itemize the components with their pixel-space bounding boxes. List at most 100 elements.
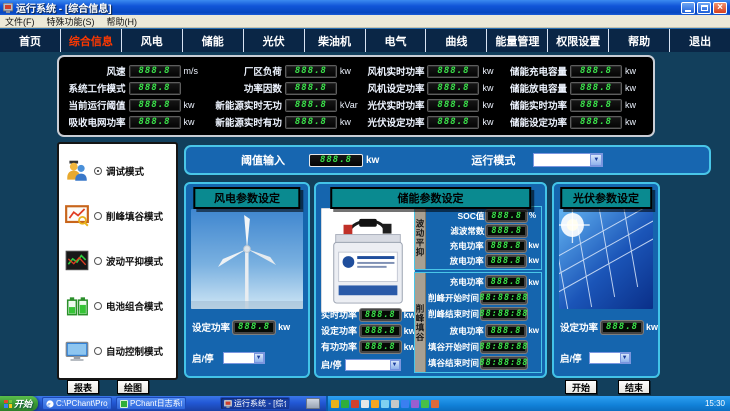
param-led-display[interactable]: 88:88:88 xyxy=(481,341,527,353)
tray-icon[interactable] xyxy=(401,400,409,408)
threshold-input[interactable]: 888.8 xyxy=(309,154,363,167)
param-led-display[interactable]: 888.8 xyxy=(486,255,527,267)
taskbar-clock[interactable]: 15:30 xyxy=(705,399,727,408)
taskbar-item-run-system[interactable]: 运行系统 - [综合... xyxy=(220,397,290,410)
tray-icon[interactable] xyxy=(391,400,399,408)
mode-option-debug[interactable]: 调试模式 xyxy=(64,159,171,183)
app-icon xyxy=(3,3,13,13)
peak-valley-mode-icon xyxy=(64,204,90,228)
taskbar-item-explorer[interactable]: e C:\PChant\Proje... xyxy=(42,397,112,410)
nav-item[interactable]: 风电 xyxy=(121,29,182,52)
battery-combo-mode-icon xyxy=(64,294,90,318)
telemetry-unit: kw xyxy=(625,117,645,127)
chevron-down-icon[interactable] xyxy=(620,353,630,363)
tray-icon[interactable] xyxy=(411,400,419,408)
menu-item[interactable]: 文件(F) xyxy=(5,15,35,28)
storage-param-row: 填谷结束时间 88:88:88 xyxy=(428,357,539,369)
report-button[interactable]: 报表 xyxy=(67,380,99,394)
nav-item[interactable]: 能量管理 xyxy=(486,29,547,52)
tray-icon[interactable] xyxy=(431,400,439,408)
window-titlebar[interactable]: 运行系统 - [综合信息] xyxy=(0,0,730,15)
mode-label: 电池组合模式 xyxy=(106,299,163,313)
wind-start-stop-select[interactable] xyxy=(223,352,265,364)
led-display: 888.8 xyxy=(129,99,181,112)
param-led-display[interactable]: 888.8 xyxy=(486,240,527,252)
restore-button[interactable] xyxy=(697,2,711,14)
mode-option-peak-valley[interactable]: 削峰填谷模式 xyxy=(64,204,171,228)
nav-item-label: 电气 xyxy=(384,33,406,49)
pv-start-stop-select[interactable] xyxy=(589,352,631,364)
nav-item[interactable]: 权限设置 xyxy=(547,29,608,52)
tray-icon[interactable] xyxy=(421,400,429,408)
led-display: 888.8 xyxy=(129,82,181,95)
start-menu-button[interactable]: 开始 xyxy=(0,396,38,411)
param-led-display[interactable]: 88:88:88 xyxy=(481,357,527,369)
nav-item[interactable]: 退出 xyxy=(669,29,730,52)
nav-item[interactable]: 柴油机 xyxy=(304,29,365,52)
mode-option-battery-combo[interactable]: 电池组合模式 xyxy=(64,294,171,318)
nav-item-label: 权限设置 xyxy=(556,33,600,49)
param-led-display[interactable]: 888.8 xyxy=(486,210,527,222)
close-button[interactable] xyxy=(713,2,727,14)
storage-set-power-display[interactable]: 888.8 xyxy=(360,325,401,337)
radio-fluctuation-mode[interactable] xyxy=(94,257,102,265)
pv-start-stop-label: 启/停 xyxy=(560,351,582,365)
tray-icon[interactable] xyxy=(341,400,349,408)
mode-option-fluctuation[interactable]: 波动平抑模式 xyxy=(64,249,171,273)
radio-auto-control-mode[interactable] xyxy=(94,347,102,355)
pv-panel-header: 光伏参数设定 xyxy=(560,187,652,209)
nav-item[interactable]: 电气 xyxy=(365,29,426,52)
storage-start-stop-select[interactable] xyxy=(345,359,401,371)
menu-item[interactable]: 特殊功能(S) xyxy=(47,15,95,28)
param-led-display[interactable]: 888.8 xyxy=(486,225,527,237)
menu-item[interactable]: 帮助(H) xyxy=(107,15,138,28)
chevron-down-icon[interactable] xyxy=(390,360,400,370)
telemetry-cell: 吸收电网功率 888.8 kw xyxy=(65,114,204,130)
run-mode-select[interactable] xyxy=(533,153,603,167)
nav-item[interactable]: 帮助 xyxy=(608,29,669,52)
tray-icon[interactable] xyxy=(381,400,389,408)
radio-debug-mode[interactable] xyxy=(94,167,102,175)
nav-item[interactable]: 综合信息 xyxy=(60,29,121,52)
param-led-display[interactable]: 88:88:88 xyxy=(481,292,527,304)
tray-icon[interactable] xyxy=(371,400,379,408)
tray-icon[interactable] xyxy=(331,400,339,408)
draw-button[interactable]: 绘图 xyxy=(117,380,149,394)
tray-icon[interactable] xyxy=(351,400,359,408)
nav-item[interactable]: 储能 xyxy=(182,29,243,52)
param-label: 充电功率 xyxy=(428,240,484,252)
chevron-down-icon[interactable] xyxy=(590,154,602,166)
mode-label: 自动控制模式 xyxy=(106,344,163,358)
param-led-display[interactable]: 888.8 xyxy=(486,276,527,288)
start-button[interactable]: 开始 xyxy=(565,380,597,394)
end-button[interactable]: 结束 xyxy=(618,380,650,394)
wind-set-power-display[interactable]: 888.8 xyxy=(233,321,275,334)
nav-item[interactable]: 首页 xyxy=(0,29,60,52)
wind-start-stop-label: 启/停 xyxy=(192,351,214,365)
telemetry-unit: kw xyxy=(184,117,204,127)
threshold-unit: kw xyxy=(366,155,379,166)
ie-icon: e xyxy=(46,400,54,408)
nav-item-label: 综合信息 xyxy=(69,33,113,49)
nav-item-label: 储能 xyxy=(202,33,224,49)
chevron-down-icon[interactable] xyxy=(254,353,264,363)
radio-battery-combo-mode[interactable] xyxy=(94,302,102,310)
param-led-display[interactable]: 88:88:88 xyxy=(481,308,527,320)
minimize-button[interactable] xyxy=(681,2,695,14)
nav-item[interactable]: 光伏 xyxy=(243,29,304,52)
telemetry-cell: 系统工作模式 888.8 xyxy=(65,80,204,96)
storage-realtime-power-label: 实时功率 xyxy=(321,308,357,321)
radio-peak-valley-mode[interactable] xyxy=(94,212,102,220)
wind-panel-header: 风电参数设定 xyxy=(193,187,300,209)
telemetry-panel: 风速 888.8 m/s 厂区负荷 888.8 kw 风机实时功率 888.8 … xyxy=(57,55,655,137)
taskbar-item-log-system[interactable]: PChant日志系统 xyxy=(116,397,186,410)
telemetry-cell: 储能放电容量 888.8 kw xyxy=(506,80,645,96)
tray-icon[interactable] xyxy=(361,400,369,408)
nav-item[interactable]: 曲线 xyxy=(425,29,486,52)
windows-logo-icon xyxy=(4,400,12,408)
run-mode-label: 运行模式 xyxy=(471,152,515,168)
param-led-display[interactable]: 888.8 xyxy=(486,325,527,337)
show-desktop-button[interactable] xyxy=(306,398,320,409)
mode-option-auto-control[interactable]: 自动控制模式 xyxy=(64,339,171,363)
pv-set-power-display[interactable]: 888.8 xyxy=(601,321,643,334)
